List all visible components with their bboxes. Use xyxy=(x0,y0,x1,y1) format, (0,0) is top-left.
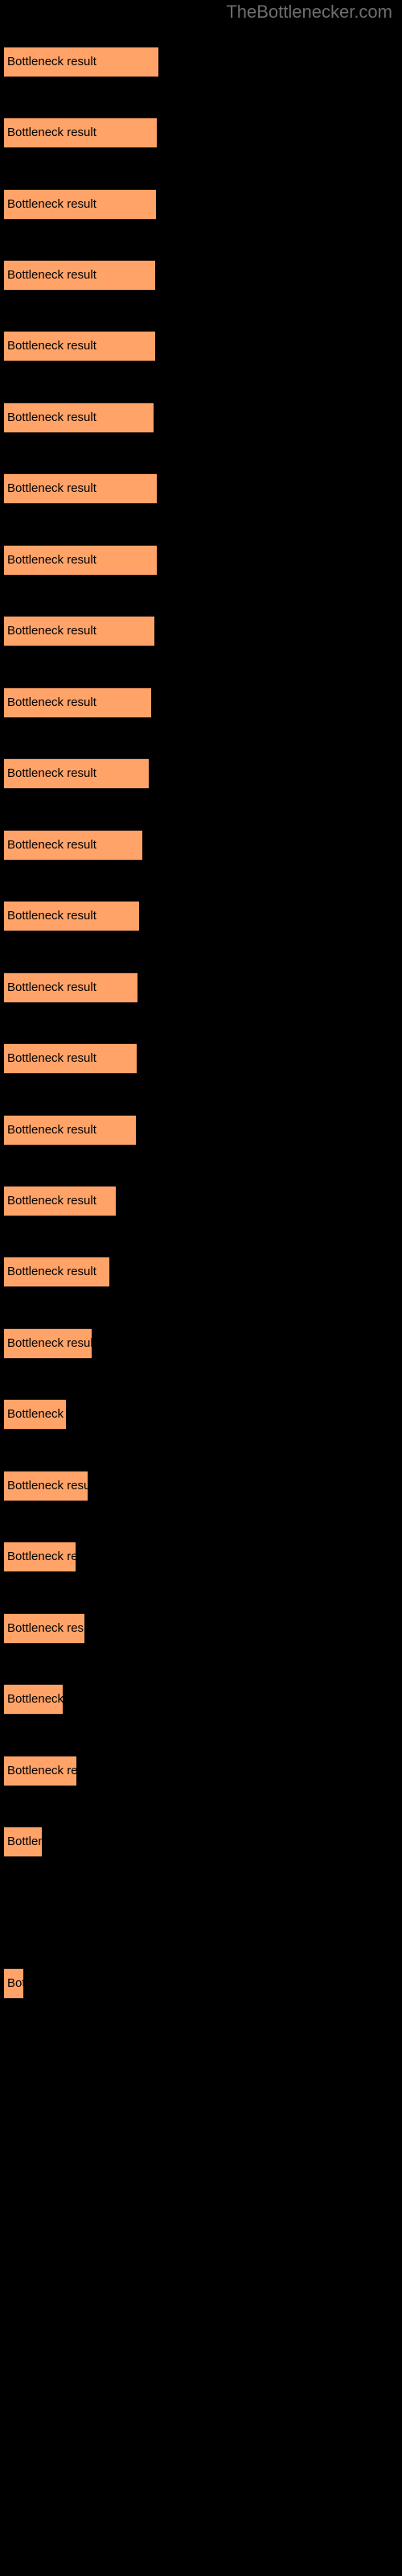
bar-bottleneck-result[interactable]: Bottleneck result xyxy=(4,1471,88,1501)
bar-row: Bottleneck result xyxy=(0,616,402,648)
bar-bottleneck-result[interactable]: Bottleneck result xyxy=(4,118,157,148)
bar-label: Bottleneck result xyxy=(7,268,96,282)
bar-row: Bottleneck result xyxy=(0,260,402,292)
bar-bottleneck-result[interactable]: Bottleneck result xyxy=(4,1043,137,1074)
bar-bottleneck-result[interactable]: Bottleneck result xyxy=(4,1827,42,1857)
bar-label: Bottleneck result xyxy=(7,126,96,139)
bar-label: Bottleneck result xyxy=(7,1621,84,1635)
bar-row: Bottleneck result xyxy=(0,1542,402,1574)
bar-label: Bottleneck result xyxy=(7,553,96,567)
bar-label: Bottleneck result xyxy=(7,838,96,852)
bar-bottleneck-result[interactable]: Bottleneck result xyxy=(4,1542,76,1572)
bar-row: Bottleneck result xyxy=(0,1471,402,1503)
bar-row: Bottleneck result xyxy=(0,901,402,933)
bar-row: Bottleneck result xyxy=(0,1257,402,1289)
bar-bottleneck-result[interactable]: Bottleneck result xyxy=(4,47,158,77)
bar-row: Bottleneck result xyxy=(0,1613,402,1645)
bar-label: Bottleneck result xyxy=(7,909,96,923)
bar-bottleneck-result[interactable]: Bottleneck result xyxy=(4,972,137,1003)
bar-bottleneck-result[interactable]: Bottleneck result xyxy=(4,1186,116,1216)
bar-row: Bottleneck result xyxy=(0,189,402,221)
bar-bottleneck-result[interactable]: Bottleneck result xyxy=(4,1257,109,1287)
bar-label: Bottleneck result xyxy=(7,980,96,994)
bar-bottleneck-result[interactable]: Bottleneck result xyxy=(4,473,157,504)
bar-label: Bottleneck result xyxy=(7,411,96,424)
bar-chart-plot: Bottleneck result Bottleneck result Bottle… xyxy=(0,0,402,2576)
bar-row: Bottleneck result xyxy=(0,1043,402,1075)
bar-row: Bottleneck result xyxy=(0,473,402,506)
bar-row: Bottleneck result xyxy=(0,118,402,150)
bar-label: Bottleneck result xyxy=(7,1336,92,1350)
bar-row: Bottleneck result xyxy=(0,1186,402,1218)
bar-row: Bottleneck result xyxy=(0,1115,402,1147)
bar-row: Bottleneck result xyxy=(0,1684,402,1716)
bar-bottleneck-result[interactable]: Bottleneck result xyxy=(4,1756,76,1786)
bar-bottleneck-result[interactable]: Bottleneck result xyxy=(4,1684,63,1715)
bar-row: Bottleneck result xyxy=(0,1328,402,1360)
bar-label: Bottleneck result xyxy=(7,1692,63,1706)
chart-page: TheBottlenecker.com Bottleneck result Bot… xyxy=(0,0,402,2576)
bar-row: Bottleneck result xyxy=(0,331,402,363)
bar-row: Bottleneck result xyxy=(0,545,402,577)
bar-bottleneck-result[interactable]: Bottleneck result xyxy=(4,1115,136,1146)
bar-label: Bottleneck result xyxy=(7,55,96,68)
bar-row: Bottleneck result xyxy=(0,972,402,1005)
bar-bottleneck-result[interactable]: Bottleneck result xyxy=(4,1399,66,1430)
bar-bottleneck-result[interactable]: Bottleneck result xyxy=(4,402,154,433)
bar-row xyxy=(0,2039,402,2071)
bar-bottleneck-result[interactable]: Bottleneck result xyxy=(4,616,154,646)
bar-bottleneck-result[interactable]: Bottleneck result xyxy=(4,1613,84,1644)
bar-bottleneck-result[interactable]: Bottleneck result xyxy=(4,901,139,931)
bar-label: Bottleneck result xyxy=(7,1976,23,1990)
bar-row: Bottleneck result xyxy=(0,402,402,435)
bar-label: Bottleneck result xyxy=(7,1194,96,1208)
bar-label: Bottleneck result xyxy=(7,624,96,638)
bar-bottleneck-result[interactable]: Bottleneck result xyxy=(4,758,149,789)
bar-bottleneck-result[interactable]: Bottleneck result xyxy=(4,687,151,718)
bar-label: Bottleneck result xyxy=(7,1550,76,1563)
bar-bottleneck-result[interactable]: Bottleneck result xyxy=(4,189,156,220)
bar-label: Bottleneck result xyxy=(7,696,96,709)
bar-bottleneck-result[interactable]: Bottleneck result xyxy=(4,545,157,576)
bar-row: Bottleneck result xyxy=(0,758,402,791)
bar-label: Bottleneck result xyxy=(7,1479,88,1492)
bar-label: Bottleneck result xyxy=(7,766,96,780)
bar-label: Bottleneck result xyxy=(7,481,96,495)
bar-label: Bottleneck result xyxy=(7,1835,42,1848)
bar-bottleneck-result[interactable]: Bottleneck result xyxy=(4,830,142,861)
bar-label: Bottleneck result xyxy=(7,197,96,211)
bar-label: Bottleneck result xyxy=(7,1051,96,1065)
bar-row: Bottleneck result xyxy=(0,687,402,720)
bar-label: Bottleneck result xyxy=(7,1265,96,1278)
bar-label: Bottleneck result xyxy=(7,1407,66,1421)
bar-row: Bottleneck result xyxy=(0,47,402,79)
bar-bottleneck-result[interactable]: Bottleneck result xyxy=(4,1968,23,1999)
bar-label: Bottleneck result xyxy=(7,339,96,353)
bar-row: Bottleneck result xyxy=(0,830,402,862)
bar-row: Bottleneck result xyxy=(0,1756,402,1788)
bar-label: Bottleneck result xyxy=(7,1764,76,1777)
bar-row: Bottleneck result xyxy=(0,1399,402,1431)
bar-bottleneck-result[interactable]: Bottleneck result xyxy=(4,1328,92,1359)
bar-row: Bottleneck result xyxy=(0,1827,402,1859)
bar-row: Bottleneck result xyxy=(0,1968,402,2000)
bar-bottleneck-result[interactable]: Bottleneck result xyxy=(4,331,155,361)
bar-bottleneck-result[interactable]: Bottleneck result xyxy=(4,260,155,291)
bar-label: Bottleneck result xyxy=(7,1123,96,1137)
